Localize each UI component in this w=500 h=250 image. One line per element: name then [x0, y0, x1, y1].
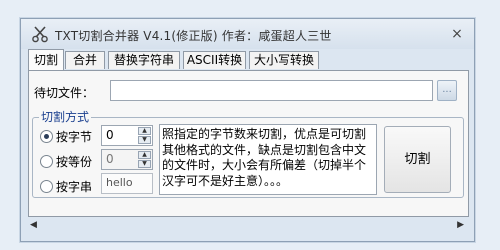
title-bar[interactable]: TXT切割合并器 V4.1(修正版) 作者：咸蛋超人三世 ×: [21, 19, 474, 49]
tab-cut[interactable]: 切割: [28, 49, 64, 70]
radio-button[interactable]: [40, 155, 53, 168]
radio-label: 按字节: [56, 130, 93, 144]
scroll-left-arrow-icon[interactable]: ◀: [30, 218, 37, 232]
scroll-right-arrow-icon[interactable]: ▶: [457, 218, 464, 232]
spinner-value: 0: [106, 152, 114, 166]
cut-button[interactable]: 切割: [384, 126, 451, 193]
close-icon[interactable]: ×: [448, 25, 466, 43]
radio-by-parts[interactable]: 按等份: [40, 153, 92, 170]
file-label: 待切文件：: [34, 86, 95, 100]
cut-mode-title: 切割方式: [39, 108, 92, 125]
browse-button[interactable]: ...: [437, 80, 457, 101]
split-string-input[interactable]: hello: [101, 173, 153, 194]
spinner-buttons: ▲ ▼: [138, 151, 151, 168]
chevron-down-icon[interactable]: ▼: [138, 136, 151, 144]
chevron-up-icon[interactable]: ▲: [138, 127, 151, 135]
mode-description: 照指定的字节数来切割，优点是可切割其他格式的文件，缺点是切割包含中文的文件时，大…: [159, 124, 377, 195]
radio-label: 按字串: [56, 180, 93, 194]
bytes-spinner[interactable]: 0 ▲ ▼: [101, 125, 153, 146]
chevron-down-icon[interactable]: ▼: [138, 160, 151, 168]
horizontal-scrollbar[interactable]: ◀ ▶: [30, 218, 464, 232]
parts-spinner[interactable]: 0 ▲ ▼: [101, 149, 153, 170]
chevron-up-icon[interactable]: ▲: [138, 151, 151, 159]
radio-by-bytes[interactable]: 按字节: [40, 128, 92, 145]
radio-button[interactable]: [40, 180, 53, 193]
radio-label: 按等份: [56, 155, 93, 169]
radio-by-string[interactable]: 按字串: [40, 178, 92, 195]
tab-case-convert[interactable]: 大小写转换: [249, 51, 319, 69]
tab-ascii-convert[interactable]: ASCII转换: [183, 51, 246, 69]
scissors-icon: [32, 26, 48, 43]
spinner-buttons: ▲ ▼: [138, 127, 151, 144]
spinner-value: 0: [106, 128, 114, 142]
source-file-input[interactable]: [110, 80, 433, 101]
radio-button[interactable]: [40, 130, 53, 143]
window-title: TXT切割合并器 V4.1(修正版) 作者：咸蛋超人三世: [55, 29, 332, 43]
tab-replace-string[interactable]: 替换字符串: [108, 51, 180, 69]
tab-merge[interactable]: 合并: [65, 51, 105, 69]
